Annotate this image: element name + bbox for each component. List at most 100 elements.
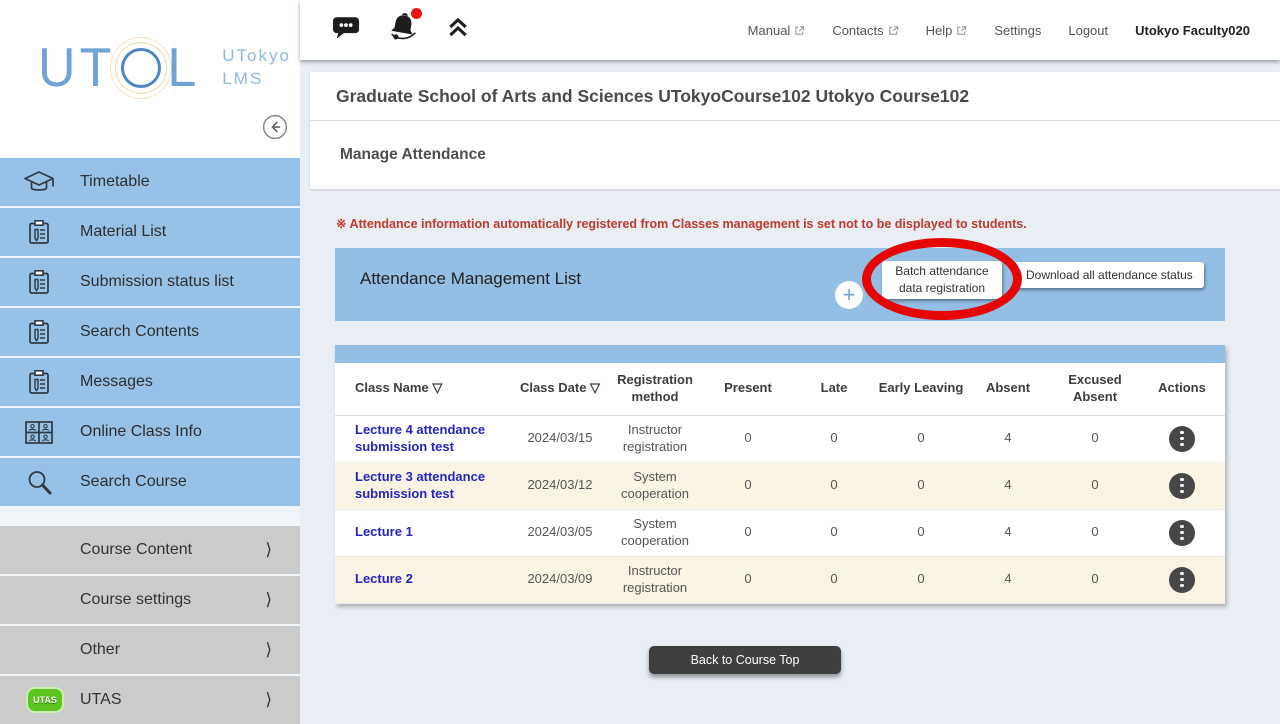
arrow-left-circle-icon	[262, 114, 288, 140]
column-header-actions: Actions	[1139, 363, 1225, 415]
column-header-absent: Absent	[965, 363, 1051, 415]
logo-subtitle: UTokyo LMS	[222, 45, 291, 91]
topbar-link-logout[interactable]: Logout	[1068, 23, 1108, 38]
logo-subtitle-line2: LMS	[222, 68, 291, 91]
sidebar-item-course-content[interactable]: Course Content ⟩	[0, 526, 300, 574]
logo-subtitle-line1: UTokyo	[222, 45, 291, 68]
sidebar-item-utas[interactable]: UTAS UTAS ⟩	[0, 676, 300, 724]
registration-method: Instructor registration	[605, 556, 705, 603]
late-count: 0	[791, 415, 877, 462]
course-title: Graduate School of Arts and Sciences UTo…	[336, 86, 969, 107]
chevron-right-icon: ⟩	[265, 690, 272, 710]
absent-count: 4	[965, 556, 1051, 603]
sidebar-item-label: Messages	[80, 373, 153, 391]
attendance-panel-header: Attendance Management List + Batch atten…	[335, 248, 1225, 321]
absent-count: 4	[965, 509, 1051, 556]
link-label: Settings	[994, 23, 1041, 38]
back-to-course-top-button[interactable]: Back to Course Top	[649, 646, 841, 674]
sidebar-item-label: Search Course	[80, 473, 187, 491]
sidebar-item-course-settings[interactable]: Course settings ⟩	[0, 576, 300, 624]
clipboard-icon	[22, 319, 56, 346]
topbar-link-help[interactable]: Help	[926, 23, 968, 38]
class-name-link[interactable]: Lecture 2	[355, 571, 413, 587]
attendance-table: Class Name ▽ Class Date ▽ Registration m…	[335, 345, 1225, 604]
early-leaving-count: 0	[877, 462, 965, 509]
user-name: Utokyo Faculty020	[1135, 23, 1250, 38]
batch-attendance-registration-button[interactable]: Batch attendance data registration	[882, 261, 1002, 299]
class-name-link[interactable]: Lecture 3 attendance submission test	[355, 469, 515, 502]
collapse-sidebar-button[interactable]	[262, 114, 288, 140]
page-header-card: Graduate School of Arts and Sciences UTo…	[310, 72, 1280, 189]
registration-method: System cooperation	[605, 509, 705, 556]
actions-menu-icon[interactable]	[1169, 567, 1195, 593]
column-header-present: Present	[705, 363, 791, 415]
logo-letter: L	[167, 41, 200, 96]
topbar-link-manual[interactable]: Manual	[748, 23, 806, 38]
sidebar-item-search-course[interactable]: Search Course	[0, 458, 300, 506]
class-name-link[interactable]: Lecture 4 attendance submission test	[355, 422, 515, 455]
early-leaving-count: 0	[877, 509, 965, 556]
present-count: 0	[705, 556, 791, 603]
sidebar-item-submission-status-list[interactable]: Submission status list	[0, 258, 300, 306]
late-count: 0	[791, 556, 877, 603]
chevron-right-icon: ⟩	[265, 540, 272, 560]
absent-count: 4	[965, 415, 1051, 462]
chat-icon[interactable]	[332, 15, 360, 45]
column-header-excused-absent: Excused Absent	[1051, 363, 1139, 415]
class-date: 2024/03/12	[515, 462, 605, 509]
utas-logo-icon: UTAS	[28, 689, 62, 711]
external-link-icon	[794, 25, 805, 36]
sidebar-item-material-list[interactable]: Material List	[0, 208, 300, 256]
magnifier-icon	[22, 469, 56, 496]
add-attendance-button[interactable]: +	[835, 281, 863, 309]
column-header-class-name[interactable]: Class Name ▽	[335, 363, 515, 415]
excused-absent-count: 0	[1051, 556, 1139, 603]
table-row: Lecture 4 attendance submission test 202…	[335, 415, 1225, 462]
present-count: 0	[705, 415, 791, 462]
sidebar-item-timetable[interactable]: Timetable	[0, 158, 300, 206]
clipboard-icon	[22, 219, 56, 246]
class-name-link[interactable]: Lecture 1	[355, 524, 413, 540]
link-label: Help	[926, 23, 953, 38]
logo-letter: T	[80, 41, 116, 96]
sidebar-item-label: Material List	[80, 223, 166, 241]
actions-menu-icon[interactable]	[1169, 426, 1195, 452]
clipboard-icon	[22, 269, 56, 296]
table-header-strip	[335, 345, 1225, 363]
collapse-topbar-icon[interactable]	[446, 16, 470, 44]
sidebar-item-other[interactable]: Other ⟩	[0, 626, 300, 674]
chevron-right-icon: ⟩	[265, 640, 272, 660]
excused-absent-count: 0	[1051, 415, 1139, 462]
sidebar-item-label: UTAS	[80, 691, 121, 709]
sidebar-item-label: Timetable	[80, 173, 150, 191]
present-count: 0	[705, 462, 791, 509]
sidebar-item-online-class-info[interactable]: Online Class Info	[0, 408, 300, 456]
early-leaving-count: 0	[877, 556, 965, 603]
actions-menu-icon[interactable]	[1169, 473, 1195, 499]
sidebar-item-label: Search Contents	[80, 323, 199, 341]
late-count: 0	[791, 462, 877, 509]
absent-count: 4	[965, 462, 1051, 509]
sidebar-item-label: Course Content	[80, 541, 192, 559]
chevron-right-icon: ⟩	[265, 590, 272, 610]
table-row: Lecture 3 attendance submission test 202…	[335, 462, 1225, 509]
topbar-link-settings[interactable]: Settings	[994, 23, 1041, 38]
link-label: Logout	[1068, 23, 1108, 38]
sidebar-item-messages[interactable]: Messages	[0, 358, 300, 406]
excused-absent-count: 0	[1051, 462, 1139, 509]
notifications-bell-icon[interactable]	[386, 11, 420, 50]
notification-badge	[411, 8, 422, 19]
sidebar-item-search-contents[interactable]: Search Contents	[0, 308, 300, 356]
actions-menu-icon[interactable]	[1169, 520, 1195, 546]
excused-absent-count: 0	[1051, 509, 1139, 556]
topbar-link-contacts[interactable]: Contacts	[832, 23, 898, 38]
present-count: 0	[705, 509, 791, 556]
sidebar-item-label: Course settings	[80, 591, 191, 609]
sidebar: U T L UTokyo LMS Timetable Material	[0, 0, 300, 720]
registration-method: System cooperation	[605, 462, 705, 509]
logo-area: U T L UTokyo LMS	[0, 0, 300, 158]
main-content: Manual Contacts Help Settings Logout Uto…	[300, 0, 1280, 720]
download-all-attendance-button[interactable]: Download all attendance status	[1015, 262, 1204, 288]
class-date: 2024/03/09	[515, 556, 605, 603]
column-header-class-date[interactable]: Class Date ▽	[515, 363, 605, 415]
